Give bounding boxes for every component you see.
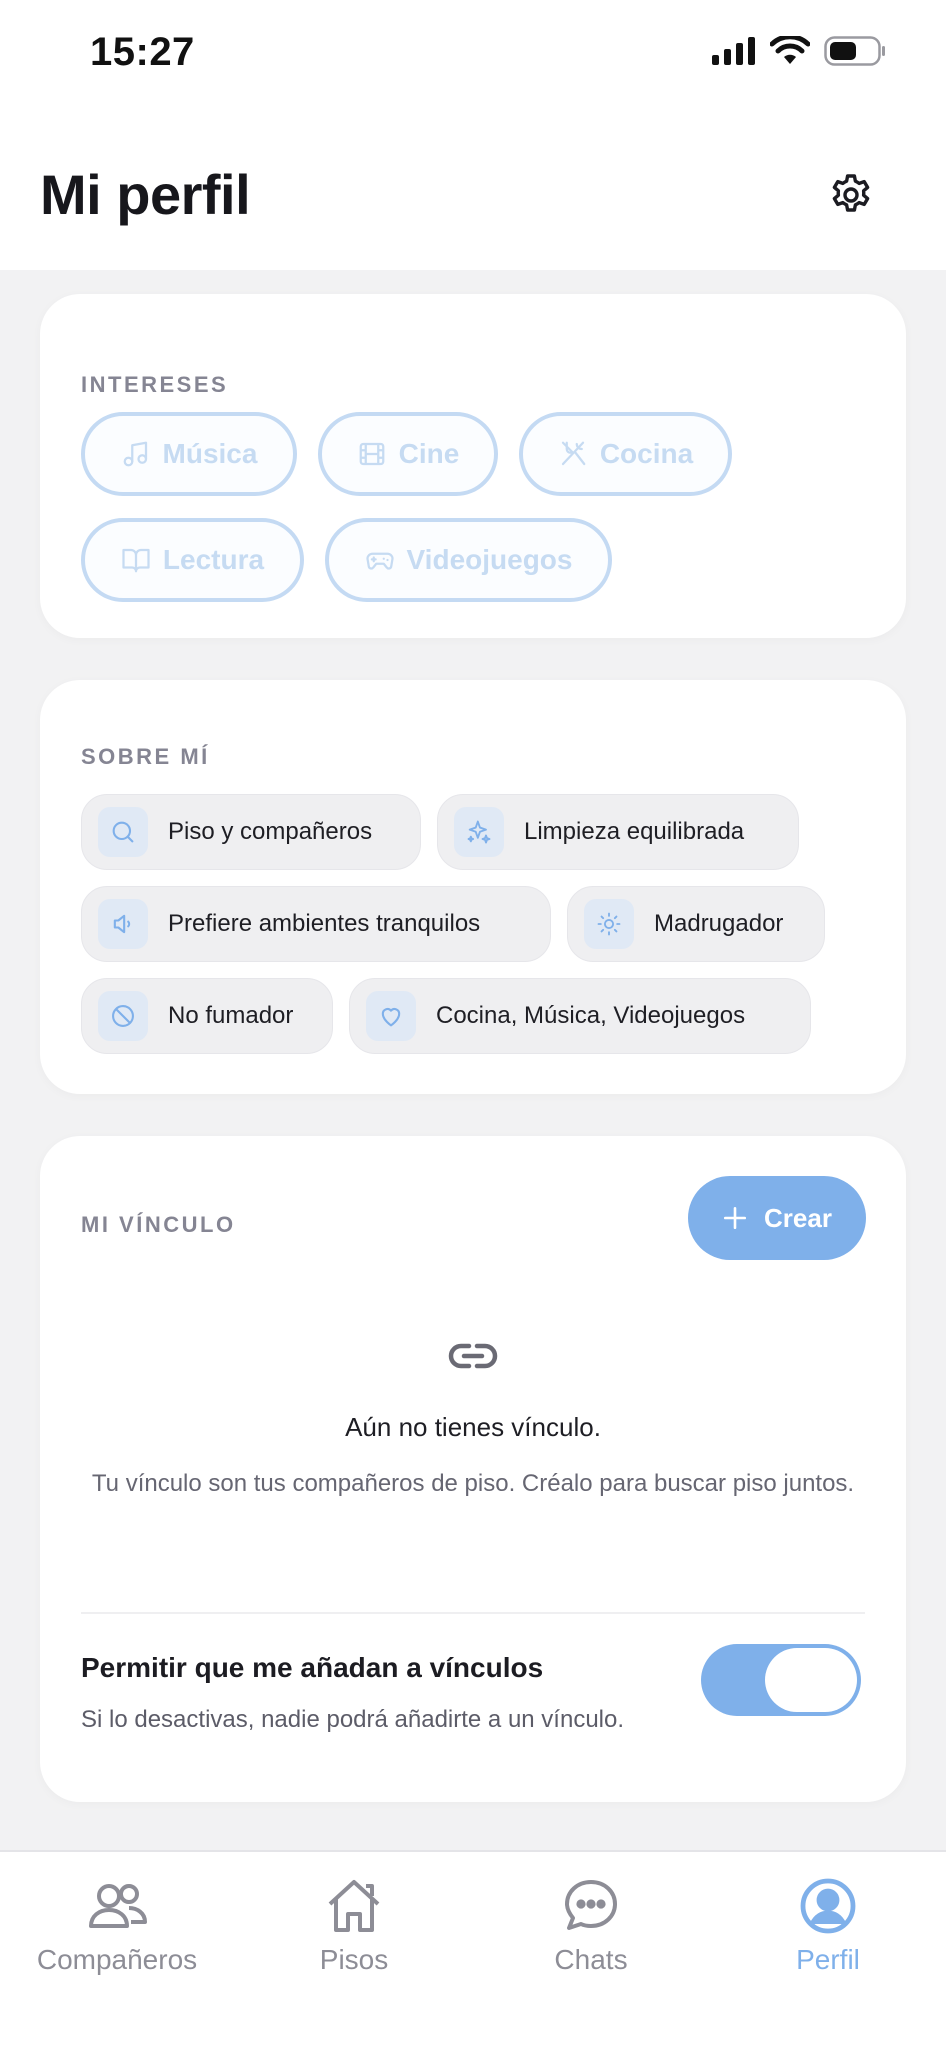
header: Mi perfil	[0, 110, 946, 270]
volume-low-icon	[113, 914, 131, 934]
tab-label: Perfil	[796, 1944, 860, 1975]
trait-label: Prefiere ambientes tranquilos	[168, 910, 481, 937]
allow-links-toggle[interactable]	[701, 1644, 861, 1716]
interest-chip-cine[interactable]: Cine	[318, 412, 498, 496]
empty-link-description: Tu vínculo son tus compañeros de piso. C…	[91, 1470, 855, 1497]
trait-chip: No fumador	[81, 978, 333, 1054]
toggle-knob	[765, 1648, 857, 1712]
interest-label: Música	[162, 438, 258, 469]
wifi-icon	[770, 36, 810, 64]
profile-icon	[800, 1878, 856, 1934]
interest-label: Cocina	[599, 438, 694, 469]
tab-perfil[interactable]: Perfil	[728, 1874, 928, 1984]
trait-chip: Limpieza equilibrada	[437, 794, 799, 870]
link-icon	[448, 1343, 498, 1369]
allow-links-description: Si lo desactivas, nadie podrá añadirte a…	[81, 1706, 625, 1733]
tab-label: Chats	[554, 1944, 628, 1975]
home-icon	[328, 1880, 380, 1932]
interest-chip-musica[interactable]: Música	[81, 412, 297, 496]
tab-pisos[interactable]: Pisos	[254, 1874, 454, 1984]
page-title: Mi perfil	[40, 163, 251, 226]
trait-label: Cocina, Música, Videojuegos	[436, 1002, 746, 1029]
link-card: MI VÍNCULO Crear Aún no tienes vínculo. …	[40, 1136, 906, 1802]
plus-icon	[723, 1206, 747, 1230]
sparkles-icon	[467, 820, 491, 844]
create-label: Crear	[764, 1202, 832, 1233]
trait-label: Piso y compañeros	[168, 818, 373, 845]
chat-icon	[565, 1880, 617, 1930]
status-bar: 15:27	[0, 0, 946, 110]
about-card: SOBRE MÍ Piso y compañeros Limpieza equi…	[40, 680, 906, 1094]
heart-icon	[381, 1008, 401, 1027]
interests-card: INTERESES Música Cine Cocina Lectura Vid…	[40, 294, 906, 638]
music-icon	[123, 441, 147, 467]
divider	[81, 1612, 865, 1614]
interest-label: Cine	[398, 438, 460, 469]
trait-chip: Cocina, Música, Videojuegos	[349, 978, 811, 1054]
about-label: SOBRE MÍ	[81, 744, 210, 769]
create-link-button[interactable]: Crear	[688, 1176, 866, 1260]
sun-icon	[597, 912, 621, 936]
tab-label: Pisos	[319, 1944, 389, 1975]
trait-label: No fumador	[168, 1002, 294, 1029]
trait-chip: Madrugador	[567, 886, 825, 962]
trait-chip: Piso y compañeros	[81, 794, 421, 870]
interests-label: INTERESES	[81, 372, 229, 397]
interest-chip-lectura[interactable]: Lectura	[81, 518, 304, 602]
trait-label: Limpieza equilibrada	[524, 818, 745, 845]
profile-content[interactable]: INTERESES Música Cine Cocina Lectura Vid…	[0, 270, 946, 1850]
gamepad-icon	[365, 552, 394, 570]
tab-label: Compañeros	[36, 1944, 198, 1975]
tab-bar: Compañeros Pisos Chats Perfil	[0, 1850, 946, 2048]
interest-label: Lectura	[162, 544, 265, 575]
trait-label: Madrugador	[654, 910, 784, 937]
battery-icon	[824, 36, 885, 66]
link-label: MI VÍNCULO	[81, 1212, 236, 1237]
search-icon	[112, 821, 134, 843]
no-smoking-icon	[112, 1005, 134, 1027]
tab-chats[interactable]: Chats	[491, 1874, 691, 1984]
interest-label: Videojuegos	[406, 544, 573, 575]
interest-chip-cocina[interactable]: Cocina	[519, 412, 732, 496]
gear-icon	[832, 174, 870, 212]
interest-chip-videojuegos[interactable]: Videojuegos	[325, 518, 612, 602]
signal-icon	[712, 37, 755, 65]
film-icon	[359, 442, 385, 466]
trait-chip: Prefiere ambientes tranquilos	[81, 886, 551, 962]
status-time: 15:27	[90, 30, 195, 74]
status-icons	[712, 36, 886, 66]
users-icon	[89, 1884, 147, 1928]
empty-link-title: Aún no tienes vínculo.	[345, 1412, 601, 1442]
settings-button[interactable]	[826, 170, 876, 220]
tab-companeros[interactable]: Compañeros	[17, 1874, 217, 1984]
allow-links-title: Permitir que me añadan a vínculos	[81, 1652, 544, 1683]
book-icon	[122, 548, 150, 573]
utensils-icon	[561, 441, 586, 466]
